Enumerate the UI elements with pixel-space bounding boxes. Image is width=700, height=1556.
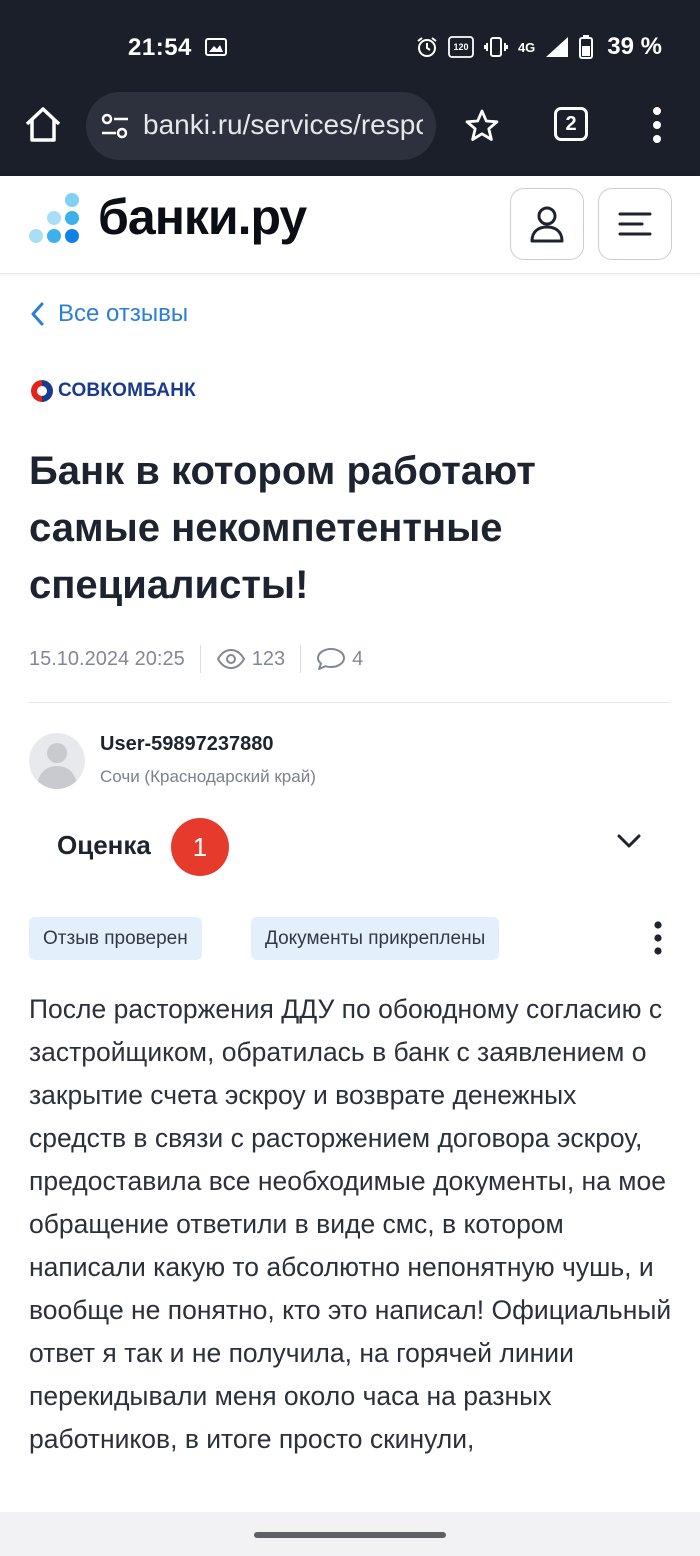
review-date: 15.10.2024 20:25: [29, 647, 185, 670]
profile-button[interactable]: [510, 188, 584, 260]
signal-icon: [546, 37, 569, 57]
comments-count[interactable]: 4: [316, 647, 363, 671]
user-icon: [530, 206, 564, 243]
address-bar[interactable]: banki.ru/services/responses: [86, 92, 436, 160]
site-logo-text[interactable]: банки.ру: [98, 188, 307, 246]
chevron-left-icon: [31, 302, 44, 326]
tab-switcher-button[interactable]: 2: [554, 107, 588, 141]
battery-percent: 39 %: [607, 33, 662, 60]
meta-divider: [300, 645, 302, 673]
menu-button[interactable]: [598, 188, 672, 260]
browser-menu-icon[interactable]: [646, 106, 668, 144]
bookmark-star-icon[interactable]: [464, 108, 500, 144]
avatar: [29, 733, 85, 789]
views-value: 123: [251, 647, 286, 670]
author-name[interactable]: User-59897237880: [100, 733, 274, 756]
refresh-rate-label: 120: [453, 42, 468, 52]
views-count: 123: [216, 648, 285, 671]
status-time: 21:54: [128, 34, 192, 61]
site-settings-icon[interactable]: [100, 112, 130, 140]
eye-icon: [216, 649, 245, 669]
home-icon[interactable]: [22, 104, 64, 146]
review-title: Банк в котором работают самые некомпетен…: [29, 449, 536, 607]
more-options-icon[interactable]: [648, 920, 668, 956]
battery-icon: [579, 35, 594, 59]
network-type: 4G: [517, 39, 536, 55]
review-meta: 15.10.2024 20:25 123 4: [29, 644, 363, 674]
banki-logo-icon[interactable]: [28, 192, 86, 250]
author-location: Сочи (Краснодарский край): [100, 767, 316, 786]
default-avatar-icon: [37, 743, 77, 789]
comment-icon: [317, 648, 346, 670]
status-bar: 21:54 120 4G 39 %: [0, 0, 700, 92]
bank-logo[interactable]: СОВКОМБАНК: [30, 379, 196, 403]
review-text: После расторжения ДДУ по обоюдному согла…: [29, 994, 672, 1454]
bank-name: СОВКОМБАНК: [58, 380, 196, 401]
gesture-handle[interactable]: [254, 1532, 446, 1538]
section-divider: [29, 702, 671, 703]
browser-toolbar: banki.ru/services/responses 2: [0, 92, 700, 176]
site-header: банки.ру: [0, 176, 700, 274]
status-icons: 120 4G 39 %: [416, 33, 662, 61]
tag-verified: Отзыв проверен: [29, 917, 202, 960]
alarm-icon: [417, 37, 437, 57]
comments-value: 4: [352, 647, 364, 670]
back-link-label: Все отзывы: [58, 300, 189, 327]
meta-divider: [199, 645, 201, 673]
system-nav-bar: [0, 1512, 700, 1556]
vibrate-icon: [483, 37, 508, 57]
tag-documents-attached: Документы прикреплены: [251, 917, 500, 960]
url-text: banki.ru/services/responses: [143, 109, 423, 140]
rating-badge: 1: [171, 818, 229, 876]
hamburger-icon: [618, 212, 652, 236]
sovcombank-logo-icon: [31, 380, 53, 402]
refresh-rate-icon: 120: [448, 36, 474, 58]
image-notification-icon: [205, 38, 227, 56]
rating-label: Оценка: [57, 830, 151, 860]
chevron-down-icon[interactable]: [616, 830, 642, 852]
back-to-reviews-link[interactable]: Все отзывы: [30, 300, 188, 328]
